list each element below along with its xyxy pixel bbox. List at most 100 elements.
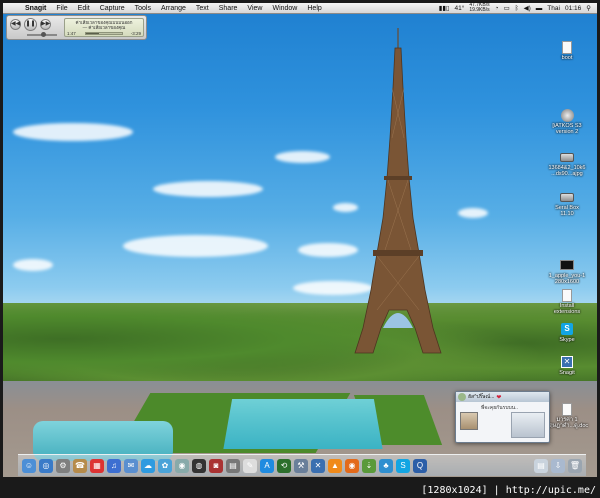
- cloud: [275, 151, 330, 163]
- flag-icon[interactable]: ▬: [536, 5, 543, 12]
- apple-disk-icon: [560, 108, 574, 122]
- desktop-icon[interactable]: 13684&2_10k6 ...ds90...ajpg: [545, 150, 589, 177]
- display-icon[interactable]: ▭: [504, 4, 510, 12]
- trash-icon[interactable]: 🗑: [568, 458, 582, 473]
- volume-icon[interactable]: ◀): [524, 4, 531, 12]
- network-download-rate: 19.9KB/s: [469, 7, 490, 13]
- watermark-separator: |: [487, 485, 506, 496]
- track-artist: — ค่าเสียเวลาของคุณ: [82, 25, 126, 30]
- menu-tools[interactable]: Tools: [130, 3, 156, 14]
- snagit-icon[interactable]: ✕: [311, 458, 325, 473]
- document-icon: [560, 288, 574, 302]
- desktop-icon[interactable]: ✕ Snagit: [545, 355, 589, 376]
- firefox-icon[interactable]: ◉: [345, 458, 359, 473]
- remaining-time: -3:29: [130, 31, 141, 36]
- iphoto-icon[interactable]: ✿: [158, 458, 172, 473]
- menu-clock[interactable]: 01:16: [565, 5, 581, 12]
- address-book-icon[interactable]: ☎: [73, 458, 87, 473]
- next-track-button[interactable]: ▶▶: [40, 19, 51, 30]
- menu-view[interactable]: View: [242, 3, 267, 14]
- photo-booth-icon[interactable]: ◙: [209, 458, 223, 473]
- menu-arrange[interactable]: Arrange: [156, 3, 191, 14]
- cloud: [298, 243, 358, 257]
- drive-icon: [560, 150, 574, 164]
- drive-icon: [560, 190, 574, 204]
- desktop-icon[interactable]: มารค่า 1 กฤษฎาดำ...ดู.doc: [545, 402, 589, 429]
- document-icon: [560, 40, 574, 54]
- menu-file[interactable]: File: [51, 3, 72, 14]
- volume-slider[interactable]: [27, 32, 57, 37]
- ichat-icon[interactable]: ☁: [141, 458, 155, 473]
- snagit-icon: ✕: [560, 355, 574, 369]
- menu-capture[interactable]: Capture: [95, 3, 130, 14]
- desktop-icon-label: Skype: [559, 337, 575, 343]
- watermark: [1280x1024] | http://upic.me/: [421, 485, 596, 496]
- time-machine-icon[interactable]: ⟲: [277, 458, 291, 473]
- menu-share[interactable]: Share: [214, 3, 243, 14]
- utilities-icon[interactable]: ⚒: [294, 458, 308, 473]
- watermark-site: http://upic.me/: [505, 485, 596, 496]
- chat-window[interactable]: ฮัส^ปริ๊ษณ์... ❤ พี่จะคุยกันรบบน..: [455, 391, 550, 443]
- cloud: [13, 123, 133, 141]
- watermark-resolution: [1280x1024]: [421, 485, 488, 496]
- app-store-icon[interactable]: A: [260, 458, 274, 473]
- desktop-icon[interactable]: S Skype: [545, 322, 589, 343]
- cloud: [153, 181, 263, 197]
- menu-window[interactable]: Window: [267, 3, 302, 14]
- quicktime-icon[interactable]: Q: [413, 458, 427, 473]
- documents-stack-icon[interactable]: ▤: [534, 458, 548, 473]
- input-language[interactable]: Thai: [547, 5, 560, 12]
- desktop-icon-label: Seral Box 11.10: [555, 205, 579, 217]
- bluetooth-icon[interactable]: ᛒ: [515, 5, 519, 12]
- itunes-icon[interactable]: ♫: [107, 458, 121, 473]
- previous-track-button[interactable]: ◀◀: [10, 19, 21, 30]
- desktop-icon[interactable]: Install extensions: [545, 288, 589, 315]
- trees: [3, 303, 597, 393]
- desktop-icon[interactable]: 1_apple_you-1 280x1600: [545, 258, 589, 285]
- airport-icon[interactable]: ◔: [495, 5, 499, 12]
- bittorrent-icon[interactable]: ⇣: [362, 458, 376, 473]
- menu-help[interactable]: Help: [302, 3, 326, 14]
- progress-bar[interactable]: [85, 32, 123, 35]
- contact-name: ฮัส^ปริ๊ษณ์...: [468, 394, 495, 400]
- menu-app-name[interactable]: Snagit: [21, 3, 51, 14]
- desktop-icon[interactable]: Seral Box 11.10: [545, 190, 589, 217]
- pause-button[interactable]: ❚❚: [24, 18, 37, 31]
- safari-icon[interactable]: ◎: [39, 458, 53, 473]
- desktop-icon-label: [iATKOS S3 version 2: [552, 123, 582, 135]
- menu-edit[interactable]: Edit: [73, 3, 95, 14]
- chat-header[interactable]: ฮัส^ปริ๊ษณ์... ❤: [456, 392, 549, 402]
- image-icon: [560, 258, 574, 272]
- finder-icon[interactable]: ☺: [22, 458, 36, 473]
- desktop-icon[interactable]: boot: [545, 40, 589, 61]
- dashboard-icon[interactable]: ◍: [192, 458, 206, 473]
- desktop-icon-label: 1_apple_you-1 280x1600: [548, 273, 586, 285]
- eiffel-tower-image: [354, 28, 442, 354]
- spotlight-icon[interactable]: ⚲: [586, 4, 591, 12]
- itunes-mini-player[interactable]: ◀◀ ❚❚ ▶▶ ค่าเสียเวลาของคุณบนบนออก — ค่าเ…: [6, 15, 147, 40]
- menu-text[interactable]: Text: [191, 3, 214, 14]
- desktop-icon[interactable]: [iATKOS S3 version 2: [545, 108, 589, 135]
- preview-icon[interactable]: ◉: [175, 458, 189, 473]
- ical-icon[interactable]: ▦: [90, 458, 104, 473]
- network-monitor[interactable]: 47.7KB/s 19.9KB/s: [469, 3, 489, 13]
- vlc-icon[interactable]: ▲: [328, 458, 342, 473]
- skype-icon[interactable]: S: [396, 458, 410, 473]
- skype-icon: S: [560, 322, 574, 336]
- weather-temperature[interactable]: 41°: [454, 5, 464, 12]
- mail-icon[interactable]: ✉: [124, 458, 138, 473]
- downloads-stack-icon[interactable]: ⇩: [551, 458, 565, 473]
- document-icon: [560, 402, 574, 416]
- status-bars-icon[interactable]: ▮▮▯: [439, 4, 450, 12]
- calculator-icon[interactable]: ▤: [226, 458, 240, 473]
- desktop-icon-label: Install extensions: [553, 303, 581, 315]
- desktop-icon-label: มารค่า 1 กฤษฎาดำ...ดู.doc: [545, 417, 589, 429]
- desktop-icon-label: Snagit: [559, 370, 575, 376]
- shared-image[interactable]: [511, 412, 545, 438]
- textedit-icon[interactable]: ✎: [243, 458, 257, 473]
- volume-knob[interactable]: [41, 32, 47, 37]
- elapsed-time: 1:47: [67, 31, 76, 36]
- contact-avatar: [458, 393, 466, 401]
- msn-icon[interactable]: ♣: [379, 458, 393, 473]
- system-prefs-icon[interactable]: ⚙: [56, 458, 70, 473]
